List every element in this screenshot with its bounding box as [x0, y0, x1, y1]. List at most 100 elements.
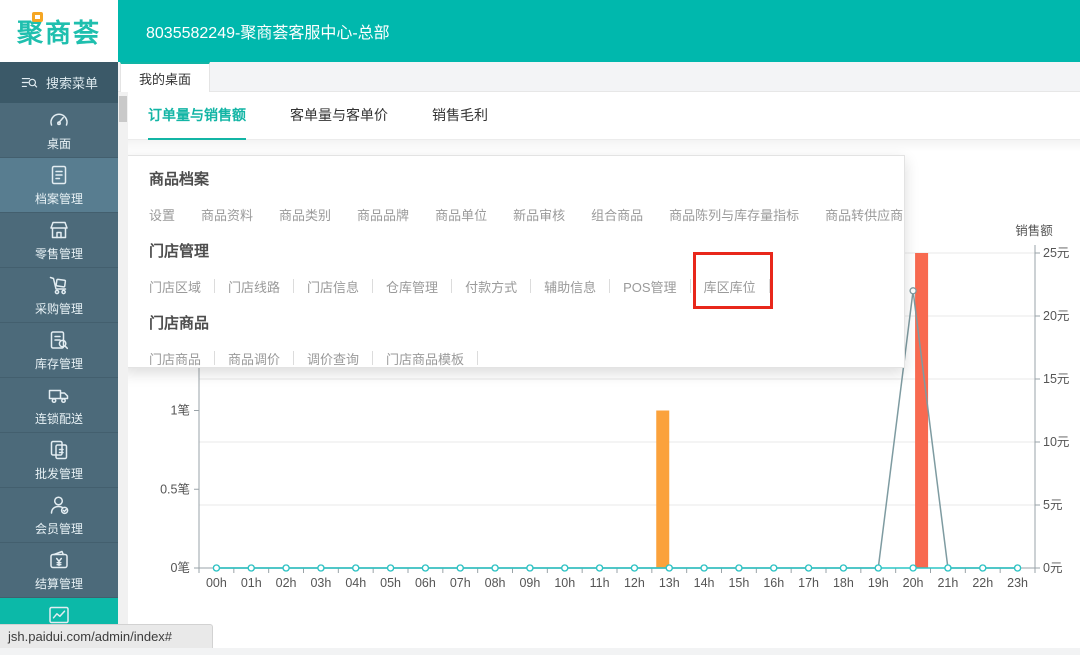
marker-line-teal-06h	[421, 564, 430, 572]
menu-separator	[477, 351, 479, 365]
marker-line-teal-08h	[491, 564, 499, 572]
bar-bar-orange-13h	[656, 410, 670, 568]
wallet-icon	[47, 548, 71, 572]
marker-line-teal-17h	[804, 564, 813, 572]
x-axis-label: 20h	[903, 576, 924, 590]
tab-my-desktop[interactable]: 我的桌面	[120, 62, 211, 92]
marker-line-teal-18h	[839, 564, 848, 572]
menu-item-组合商品[interactable]: 组合商品	[591, 205, 643, 224]
sidebar-item-零售管理[interactable]: 零售管理	[0, 213, 118, 268]
sidebar-item-label: 连锁配送	[34, 412, 83, 426]
scrollbar-thumb[interactable]	[119, 96, 127, 122]
menu-item-付款方式[interactable]: 付款方式	[465, 277, 517, 296]
sidebar-item-库存管理[interactable]: 库存管理	[0, 323, 118, 378]
sidebar-item-采购管理[interactable]: 采购管理	[0, 268, 118, 323]
sidebar-item-label: 会员管理	[34, 522, 83, 536]
search-menu-button[interactable]: 搜索菜单	[0, 62, 118, 103]
x-axis-label: 11h	[590, 576, 610, 590]
marker-line-teal-04h	[352, 564, 360, 572]
sidebar-item-label: 桌面	[46, 137, 71, 151]
menu-item-门店商品模板[interactable]: 门店商品模板	[386, 349, 464, 368]
app-logo[interactable]: 聚商荟	[0, 0, 118, 62]
menu-section-title: 门店商品	[149, 315, 210, 332]
marker-line-teal-20h	[909, 564, 917, 572]
marker-line-teal-03h	[317, 564, 325, 572]
menu-item-商品调价[interactable]: 商品调价	[228, 349, 280, 368]
sidebar-scrollbar[interactable]	[118, 92, 128, 632]
marker-line-teal-15h	[735, 564, 743, 572]
menu-separator	[530, 279, 532, 293]
menu-row: 设置 商品资料 商品类别 商品品牌 商品单位 新品审核 组合商品 商品陈列与库存量指标 商品转供…	[149, 204, 904, 224]
subtab-销售毛利[interactable]: 销售毛利	[432, 105, 488, 140]
menu-item-辅助信息[interactable]: 辅助信息	[544, 277, 596, 296]
subtab-订单量与销售额[interactable]: 订单量与销售额	[148, 105, 246, 140]
menu-item-商品转供应商[interactable]: 商品转供应商	[825, 205, 903, 224]
menu-item-调价查询[interactable]: 调价查询	[307, 349, 359, 368]
archive-dropdown-panel: 商品档案 设置 商品资料 商品类别 商品品牌 商品单位 新品审核 组合商品 商品陈列与库存量指标…	[111, 155, 905, 368]
sidebar-item-批发管理[interactable]: 批发管理	[0, 433, 118, 488]
documents-icon	[47, 438, 71, 462]
menu-item-仓库管理[interactable]: 仓库管理	[386, 277, 438, 296]
marker-line-teal-21h	[944, 564, 952, 572]
marker-line-teal-14h	[700, 564, 708, 572]
app-window: 聚商荟 8035582249-聚商荟客服中心-总部 我的桌面 搜索菜单 桌面 档案…	[0, 0, 1080, 655]
right-axis-label: 20元	[1043, 309, 1069, 323]
sidebar-item-label: 采购管理	[34, 302, 83, 316]
right-axis-label: 25元	[1043, 246, 1069, 260]
sidebar-item-桌面[interactable]: 桌面	[0, 103, 118, 158]
x-axis-label: 17h	[798, 576, 819, 590]
x-axis-label: 16h	[763, 576, 784, 590]
x-axis-label: 21h	[937, 576, 958, 590]
sidebar-item-档案管理[interactable]: 档案管理	[0, 158, 118, 213]
menu-item-商品陈列与库存量指标[interactable]: 商品陈列与库存量指标	[669, 205, 799, 224]
menu-separator	[689, 279, 691, 293]
marker-line-teal-12h	[630, 564, 639, 572]
store-icon	[47, 218, 71, 242]
sidebar-item-label: 库存管理	[34, 357, 83, 371]
x-axis-label: 23h	[1007, 576, 1028, 590]
x-axis-label: 00h	[206, 576, 227, 590]
menu-item-新品审核[interactable]: 新品审核	[513, 205, 565, 224]
sidebar-item-会员管理[interactable]: 会员管理	[0, 488, 118, 543]
x-axis-label: 22h	[972, 576, 993, 590]
x-axis-label: 18h	[833, 576, 854, 590]
x-axis-label: 05h	[380, 576, 401, 590]
menu-item-门店区域[interactable]: 门店区域	[149, 277, 201, 296]
right-axis-label: 15元	[1043, 372, 1069, 386]
menu-item-POS管理[interactable]: POS管理	[623, 277, 676, 296]
menu-item-门店商品[interactable]: 门店商品	[149, 349, 201, 368]
sidebar-item-连锁配送[interactable]: 连锁配送	[0, 378, 118, 433]
trolley-icon	[47, 273, 71, 297]
menu-item-商品品牌[interactable]: 商品品牌	[357, 205, 409, 224]
menu-separator	[214, 351, 216, 365]
sidebar-item-label: 结算管理	[34, 577, 83, 591]
x-axis-label: 14h	[694, 576, 715, 590]
tab-label: 我的桌面	[139, 71, 192, 87]
red-highlight-box	[692, 251, 773, 309]
menu-separator	[372, 279, 374, 293]
menu-item-设置[interactable]: 设置	[149, 205, 175, 224]
menu-item-商品类别[interactable]: 商品类别	[279, 205, 331, 224]
sidebar: 搜索菜单 桌面档案管理 零售管理采购管理库存管理连锁配送批发管理会员管理结算管理	[0, 62, 118, 632]
left-axis-label: 0笔	[171, 560, 190, 575]
menu-section-title: 门店管理	[149, 243, 210, 260]
menu-item-商品单位[interactable]: 商品单位	[435, 205, 487, 224]
dashboard-subtabs: 订单量与销售额 客单量与客单价 销售毛利	[128, 92, 1080, 140]
subtab-shadow	[128, 140, 1080, 152]
sidebar-item-结算管理[interactable]: 结算管理	[0, 543, 118, 598]
x-axis-label: 01h	[241, 576, 262, 590]
menu-separator	[768, 279, 770, 293]
browser-tabstrip: 我的桌面	[118, 62, 1080, 92]
inventory-search-icon	[47, 328, 71, 352]
x-axis-label: 02h	[276, 576, 297, 590]
subtab-客单量与客单价[interactable]: 客单量与客单价	[290, 105, 388, 140]
member-icon	[47, 493, 71, 517]
truck-icon	[47, 383, 71, 407]
menu-item-门店信息[interactable]: 门店信息	[307, 277, 359, 296]
menu-item-库区库位[interactable]: 库区库位	[692, 251, 773, 309]
menu-item-商品资料[interactable]: 商品资料	[201, 205, 253, 224]
search-menu-label: 搜索菜单	[45, 76, 98, 91]
menu-item-门店线路[interactable]: 门店线路	[228, 277, 280, 296]
logo-text: 聚商荟	[16, 17, 101, 48]
dashboard-icon	[47, 108, 71, 132]
